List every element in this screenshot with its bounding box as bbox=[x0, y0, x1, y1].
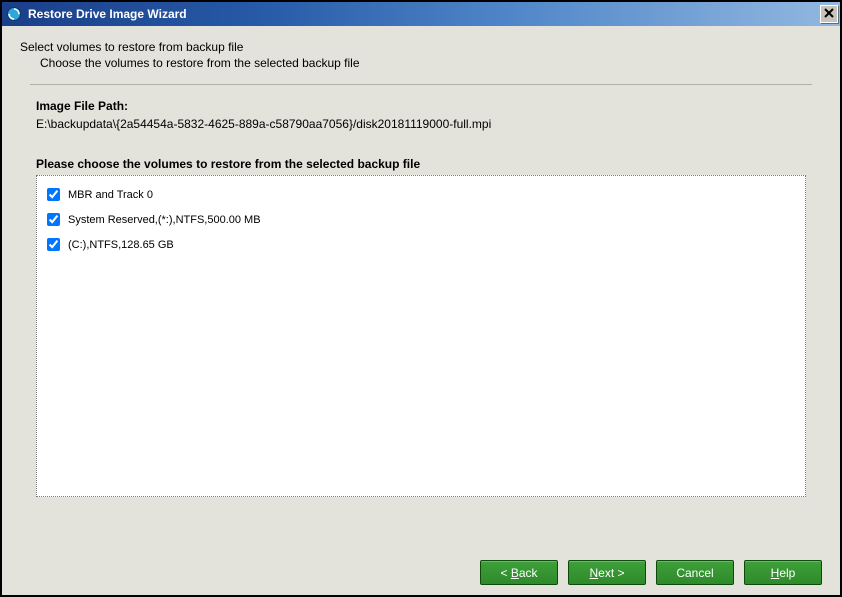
volume-label: System Reserved,(*:),NTFS,500.00 MB bbox=[68, 214, 261, 226]
page-heading: Select volumes to restore from backup fi… bbox=[20, 40, 822, 54]
volumes-label: Please choose the volumes to restore fro… bbox=[36, 157, 822, 171]
divider bbox=[30, 84, 812, 85]
window-title: Restore Drive Image Wizard bbox=[28, 7, 818, 21]
next-button[interactable]: Next > bbox=[568, 560, 646, 585]
close-icon bbox=[824, 8, 834, 20]
close-button[interactable] bbox=[820, 5, 838, 23]
volume-item[interactable]: (C:),NTFS,128.65 GB bbox=[37, 232, 805, 257]
content-area: Select volumes to restore from backup fi… bbox=[2, 26, 840, 595]
page-subheading: Choose the volumes to restore from the s… bbox=[40, 56, 822, 70]
wizard-window: Restore Drive Image Wizard Select volume… bbox=[0, 0, 842, 597]
app-icon bbox=[6, 6, 22, 22]
back-button[interactable]: < Back bbox=[480, 560, 558, 585]
volume-checkbox[interactable] bbox=[47, 213, 60, 226]
image-path-label: Image File Path: bbox=[36, 99, 822, 113]
volume-label: MBR and Track 0 bbox=[68, 189, 153, 201]
cancel-button[interactable]: Cancel bbox=[656, 560, 734, 585]
volume-item[interactable]: System Reserved,(*:),NTFS,500.00 MB bbox=[37, 207, 805, 232]
image-path-value: E:\backupdata\{2a54454a-5832-4625-889a-c… bbox=[36, 117, 822, 131]
help-button[interactable]: Help bbox=[744, 560, 822, 585]
volume-label: (C:),NTFS,128.65 GB bbox=[68, 239, 174, 251]
button-bar: < Back Next > Cancel Help bbox=[480, 560, 822, 585]
titlebar: Restore Drive Image Wizard bbox=[2, 2, 840, 26]
volume-item[interactable]: MBR and Track 0 bbox=[37, 182, 805, 207]
volume-checkbox[interactable] bbox=[47, 188, 60, 201]
volume-checkbox[interactable] bbox=[47, 238, 60, 251]
volumes-list: MBR and Track 0 System Reserved,(*:),NTF… bbox=[36, 175, 806, 497]
